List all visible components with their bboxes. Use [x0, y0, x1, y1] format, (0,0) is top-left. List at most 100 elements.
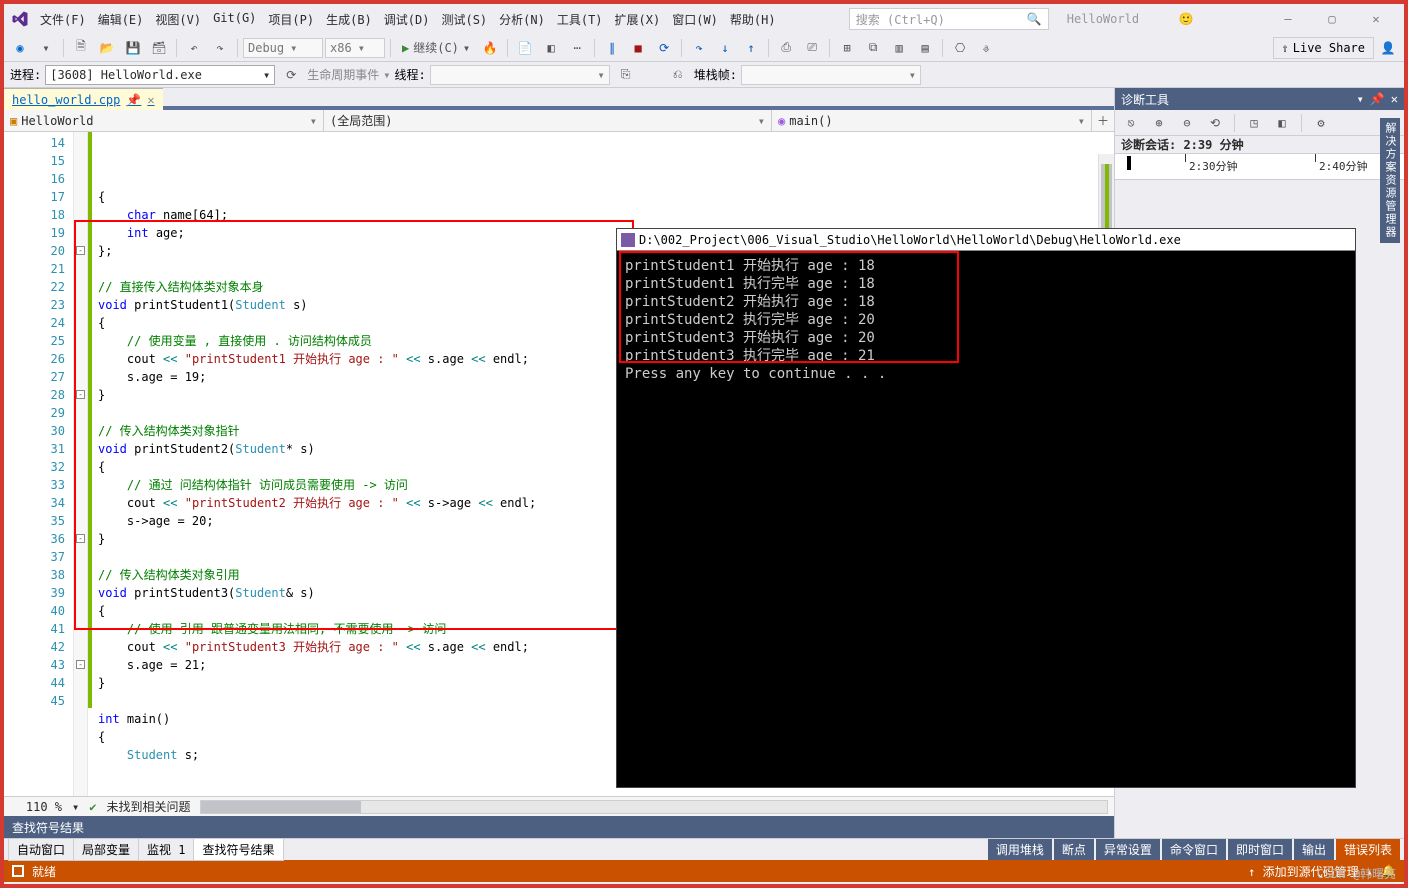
nav-fwd-icon[interactable]: ▾ — [34, 37, 58, 59]
t9-icon[interactable]: ⎚ — [800, 37, 824, 59]
console-title[interactable]: D:\002_Project\006_Visual_Studio\HelloWo… — [617, 229, 1355, 251]
close-button[interactable]: ✕ — [1354, 4, 1398, 34]
menu-item[interactable]: 扩展(X) — [609, 9, 667, 30]
save-all-icon[interactable]: 🗃 — [147, 37, 171, 59]
stack-combo[interactable]: ▾ — [741, 65, 921, 85]
menu-item[interactable]: 分析(N) — [493, 9, 551, 30]
nav-function[interactable]: ◉main()▾ — [772, 110, 1092, 131]
menu-item[interactable]: 测试(S) — [435, 9, 493, 30]
menu-item[interactable]: 项目(P) — [262, 9, 320, 30]
t12-icon[interactable]: ▥ — [887, 37, 911, 59]
step-over-icon[interactable]: ↷ — [687, 37, 711, 59]
t15-icon[interactable]: ⎀ — [974, 37, 998, 59]
diag-t3-icon[interactable]: ⊖ — [1175, 112, 1199, 134]
debug-toolbar: 进程: [3608] HelloWorld.exe▾ ⟳ 生命周期事件 ▾ 线程… — [4, 62, 1404, 88]
admin-user-icon[interactable]: 👤 — [1376, 37, 1400, 59]
t1-icon[interactable]: 📄 — [513, 37, 537, 59]
pin-icon[interactable]: 📌 — [126, 93, 141, 107]
menu-item[interactable]: 调试(D) — [378, 9, 436, 30]
restart-icon[interactable]: ⟳ — [652, 37, 676, 59]
config-combo[interactable]: Debug▾ — [243, 38, 323, 58]
panel-dropdown-icon[interactable]: ▾ — [1357, 92, 1364, 106]
bottom-tab[interactable]: 自动窗口 — [8, 838, 74, 861]
save-icon[interactable]: 💾 — [121, 37, 145, 59]
t2-icon[interactable]: ◧ — [539, 37, 563, 59]
menu-item[interactable]: 文件(F) — [34, 9, 92, 30]
nav-project[interactable]: ▣HelloWorld▾ — [4, 110, 324, 131]
menu-item[interactable]: 生成(B) — [320, 9, 378, 30]
right-bottom-tab[interactable]: 即时窗口 — [1228, 839, 1292, 860]
step-into-icon[interactable]: ↓ — [713, 37, 737, 59]
menu-item[interactable]: 视图(V) — [149, 9, 207, 30]
nav-scope[interactable]: (全局范围)▾ — [324, 110, 772, 131]
t8-icon[interactable]: ⎙ — [774, 37, 798, 59]
status-bar: 就绪 ↑ 添加到源代码管理 ▴ 🔔 — [4, 860, 1404, 882]
right-bottom-tab[interactable]: 命令窗口 — [1162, 839, 1226, 860]
solution-explorer-tab[interactable]: 解决方案资源管理器 — [1380, 118, 1400, 243]
diag-settings-icon[interactable]: ⚙ — [1309, 112, 1333, 134]
title-bar: 文件(F)编辑(E)视图(V)Git(G)项目(P)生成(B)调试(D)测试(S… — [4, 4, 1404, 34]
stop-icon[interactable]: ■ — [626, 37, 650, 59]
nav-back-icon[interactable]: ◉ — [8, 37, 32, 59]
panel-pin-icon[interactable]: 📌 — [1370, 92, 1385, 106]
right-bottom-tab[interactable]: 异常设置 — [1096, 839, 1160, 860]
menu-item[interactable]: 窗口(W) — [666, 9, 724, 30]
bottom-tab[interactable]: 监视 1 — [138, 838, 194, 861]
diag-t2-icon[interactable]: ⊕ — [1147, 112, 1171, 134]
stack-tool-icon[interactable]: ⎌ — [666, 64, 690, 86]
t3-icon[interactable]: ⋯ — [565, 37, 589, 59]
vs-logo-icon — [10, 9, 30, 29]
diag-t6-icon[interactable]: ◧ — [1270, 112, 1294, 134]
right-bottom-tab[interactable]: 断点 — [1054, 839, 1094, 860]
step-out-icon[interactable]: ↑ — [739, 37, 763, 59]
menu-item[interactable]: 帮助(H) — [724, 9, 782, 30]
bottom-tab[interactable]: 局部变量 — [73, 838, 139, 861]
diagnostic-timeline[interactable]: 2:30分钟 2:40分钟 — [1115, 154, 1404, 180]
minimize-button[interactable]: — — [1266, 4, 1310, 34]
horizontal-scrollbar[interactable] — [200, 800, 1108, 814]
tab-hello-world[interactable]: hello_world.cpp 📌 ✕ — [4, 88, 163, 110]
right-bottom-tab[interactable]: 输出 — [1294, 839, 1334, 860]
live-share-button[interactable]: ⇪Live Share — [1273, 37, 1374, 59]
fold-icon[interactable]: - — [76, 660, 85, 669]
t14-icon[interactable]: ⎔ — [948, 37, 972, 59]
close-tab-icon[interactable]: ✕ — [147, 93, 154, 107]
search-input[interactable]: 搜索 (Ctrl+Q) 🔍 — [849, 8, 1049, 30]
feedback-icon[interactable]: 🙂 — [1179, 12, 1199, 26]
stack-label: 堆栈帧: — [694, 66, 737, 83]
check-icon: ✔ — [89, 800, 96, 814]
hot-reload-icon[interactable]: 🔥 — [478, 37, 502, 59]
console-output: printStudent1 开始执行 age : 18 printStudent… — [617, 251, 1355, 389]
menu-item[interactable]: 编辑(E) — [92, 9, 150, 30]
open-icon[interactable]: 📂 — [95, 37, 119, 59]
fold-icon[interactable]: - — [76, 534, 85, 543]
right-bottom-tab[interactable]: 错误列表 — [1336, 839, 1400, 860]
fold-icon[interactable]: - — [76, 390, 85, 399]
continue-button[interactable]: ▶继续(C)▾ — [396, 37, 476, 59]
diag-t4-icon[interactable]: ⟲ — [1203, 112, 1227, 134]
thread-tool-icon[interactable]: ⎘ — [614, 64, 638, 86]
menu-item[interactable]: 工具(T) — [551, 9, 609, 30]
new-file-icon[interactable]: 🗎 — [69, 37, 93, 59]
redo-icon[interactable]: ↷ — [208, 37, 232, 59]
t10-icon[interactable]: ⊞ — [835, 37, 859, 59]
diagnostic-session: 诊断会话: 2:39 分钟 — [1115, 136, 1404, 154]
process-combo[interactable]: [3608] HelloWorld.exe▾ — [45, 65, 275, 85]
thread-combo[interactable]: ▾ — [430, 65, 610, 85]
zoom-level[interactable]: 110 % — [10, 800, 62, 814]
right-bottom-tab[interactable]: 调用堆栈 — [988, 839, 1052, 860]
diag-t5-icon[interactable]: ◳ — [1242, 112, 1266, 134]
undo-icon[interactable]: ↶ — [182, 37, 206, 59]
fold-icon[interactable]: - — [76, 246, 85, 255]
menu-item[interactable]: Git(G) — [207, 9, 262, 30]
lifecycle-icon[interactable]: ⟳ — [279, 64, 303, 86]
maximize-button[interactable]: ▢ — [1310, 4, 1354, 34]
diag-t1-icon[interactable]: ⎋ — [1119, 112, 1143, 134]
platform-combo[interactable]: x86▾ — [325, 38, 385, 58]
pause-icon[interactable]: ∥ — [600, 37, 624, 59]
nav-plus-icon[interactable]: ＋ — [1092, 110, 1114, 131]
t13-icon[interactable]: ▤ — [913, 37, 937, 59]
bottom-tab[interactable]: 查找符号结果 — [193, 838, 283, 861]
panel-close-icon[interactable]: ✕ — [1391, 92, 1398, 106]
t11-icon[interactable]: ⧉ — [861, 37, 885, 59]
